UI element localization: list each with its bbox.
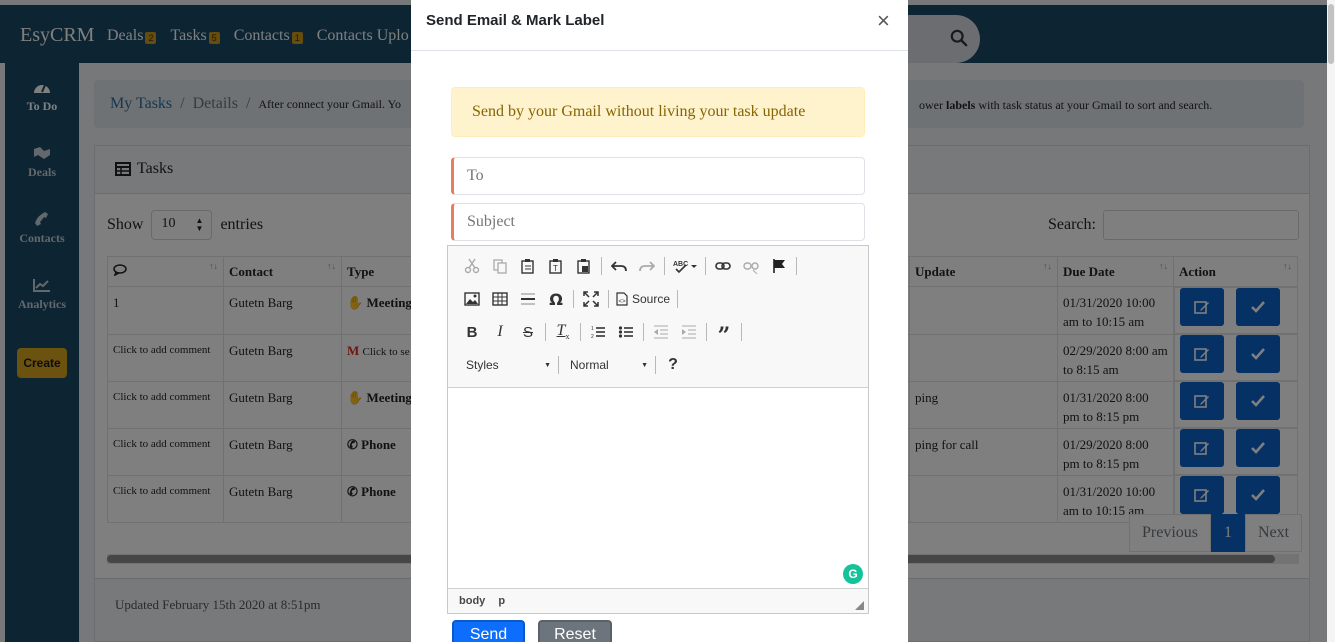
svg-text:ABC: ABC bbox=[673, 261, 688, 268]
toolbar-separator bbox=[677, 290, 679, 308]
svg-text:T: T bbox=[553, 264, 558, 273]
path-p[interactable]: p bbox=[498, 595, 505, 607]
window-scrollbar[interactable] bbox=[1327, 0, 1335, 642]
toolbar-separator bbox=[643, 323, 644, 341]
maximize-icon[interactable] bbox=[577, 286, 605, 312]
toolbar-separator bbox=[573, 290, 574, 308]
cut-icon[interactable] bbox=[458, 253, 486, 279]
italic-icon[interactable]: I bbox=[486, 319, 514, 345]
bullet-list-icon[interactable] bbox=[612, 319, 640, 345]
svg-text:2: 2 bbox=[591, 334, 594, 340]
spellcheck-icon[interactable]: ABC bbox=[668, 253, 702, 279]
link-icon[interactable] bbox=[709, 253, 737, 279]
editor-toolbar-row-1: T ABC bbox=[458, 253, 800, 279]
copy-icon[interactable] bbox=[486, 253, 514, 279]
svg-text:<>: <> bbox=[618, 299, 626, 305]
special-char-icon[interactable]: Ω bbox=[542, 286, 570, 312]
format-dropdown[interactable]: Normal ▼ bbox=[562, 352, 652, 378]
redo-icon[interactable] bbox=[633, 253, 661, 279]
resize-handle-icon[interactable] bbox=[855, 601, 864, 610]
to-field[interactable]: To bbox=[451, 157, 865, 195]
undo-icon[interactable] bbox=[605, 253, 633, 279]
modal-title: Send Email & Mark Label bbox=[426, 12, 605, 29]
source-icon: <> bbox=[616, 292, 628, 306]
numbered-list-icon[interactable]: 12 bbox=[584, 319, 612, 345]
element-path: body p bbox=[459, 595, 515, 607]
caret-down-icon: ▼ bbox=[641, 361, 648, 369]
path-body[interactable]: body bbox=[459, 595, 485, 607]
editor-toolbar-row-3: B I S Tx 12 ” bbox=[458, 319, 745, 347]
toolbar-separator bbox=[664, 257, 665, 275]
styles-dropdown[interactable]: Styles ▼ bbox=[458, 352, 555, 378]
modal-header: Send Email & Mark Label × bbox=[411, 0, 908, 51]
paste-icon[interactable] bbox=[514, 253, 542, 279]
indent-icon[interactable] bbox=[675, 319, 703, 345]
format-dropdown-label: Normal bbox=[570, 358, 609, 372]
remove-format-icon[interactable]: Tx bbox=[549, 319, 577, 345]
blockquote-icon[interactable]: ” bbox=[710, 319, 738, 347]
help-button[interactable]: ? bbox=[659, 352, 687, 378]
send-button[interactable]: Send bbox=[452, 620, 525, 642]
toolbar-separator bbox=[796, 257, 797, 275]
svg-text:1: 1 bbox=[591, 326, 594, 332]
paste-text-icon[interactable]: T bbox=[542, 253, 570, 279]
strikethrough-icon[interactable]: S bbox=[514, 319, 542, 345]
anchor-flag-icon[interactable] bbox=[765, 253, 793, 279]
editor-toolbar-row-2: Ω <> Source bbox=[458, 286, 681, 312]
close-icon[interactable]: × bbox=[877, 10, 890, 32]
paste-word-icon[interactable] bbox=[570, 253, 598, 279]
unlink-icon[interactable] bbox=[737, 253, 765, 279]
toolbar-separator bbox=[741, 323, 742, 341]
toolbar-separator bbox=[601, 257, 602, 275]
grammarly-icon[interactable]: G bbox=[843, 564, 863, 584]
source-button[interactable]: <> Source bbox=[612, 292, 674, 306]
toolbar-separator bbox=[580, 323, 581, 341]
bold-icon[interactable]: B bbox=[458, 319, 486, 345]
source-label: Source bbox=[632, 292, 671, 306]
window-scrollbar-thumb[interactable] bbox=[1328, 4, 1334, 64]
gmail-info-alert: Send by your Gmail without living your t… bbox=[451, 87, 865, 137]
rich-text-editor: T ABC Ω <> Source B I S Tx 1 2 ” Styles … bbox=[447, 245, 869, 614]
editor-status-bar: body p bbox=[448, 588, 868, 613]
styles-dropdown-label: Styles bbox=[466, 358, 499, 372]
editor-toolbar-row-4: Styles ▼ Normal ▼ ? bbox=[458, 352, 687, 378]
send-email-modal: Send Email & Mark Label × Send by your G… bbox=[411, 0, 908, 642]
image-icon[interactable] bbox=[458, 286, 486, 312]
toolbar-separator bbox=[558, 356, 559, 374]
subject-field[interactable]: Subject bbox=[451, 203, 865, 241]
editor-content-area[interactable]: G bbox=[448, 387, 868, 588]
toolbar-separator bbox=[706, 323, 707, 341]
table-insert-icon[interactable] bbox=[486, 286, 514, 312]
toolbar-separator bbox=[705, 257, 706, 275]
outdent-icon[interactable] bbox=[647, 319, 675, 345]
toolbar-separator bbox=[655, 356, 656, 374]
help-icon: ? bbox=[668, 356, 678, 373]
horizontal-line-icon[interactable] bbox=[514, 286, 542, 312]
caret-down-icon: ▼ bbox=[544, 361, 551, 369]
toolbar-separator bbox=[545, 323, 546, 341]
reset-button[interactable]: Reset bbox=[538, 620, 612, 642]
toolbar-separator bbox=[608, 290, 609, 308]
